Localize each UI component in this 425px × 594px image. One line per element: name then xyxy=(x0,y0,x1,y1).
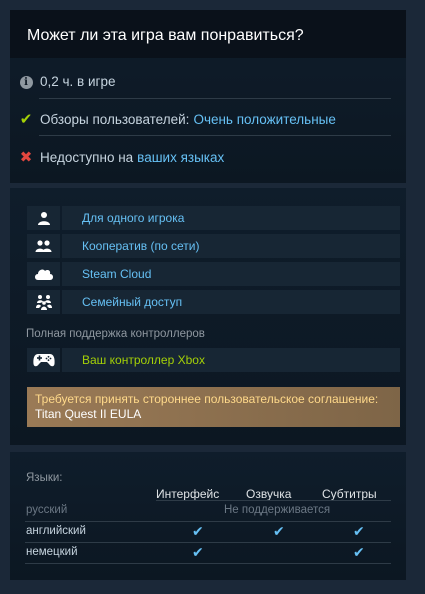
reviews-link[interactable]: Очень положительные xyxy=(193,112,335,127)
feature-family-sharing[interactable]: Семейный доступ xyxy=(27,290,400,314)
header-interface: Интерфейс xyxy=(156,487,220,501)
feature-coop[interactable]: Кооператив (по сети) xyxy=(27,234,400,258)
unsupported-text: Не поддерживается xyxy=(224,504,331,516)
playtime-row: i 0,2 ч. в игре xyxy=(18,73,115,89)
check-icon: ✔ xyxy=(353,544,365,560)
divider xyxy=(39,135,391,136)
language-row: ✖ Недоступно на ваших языках xyxy=(18,148,225,166)
cross-icon: ✖ xyxy=(19,149,33,166)
header-subtitles: Субтитры xyxy=(322,487,377,501)
coop-icon xyxy=(27,234,60,258)
feature-steam-cloud[interactable]: Steam Cloud xyxy=(27,262,400,286)
languages-panel: Языки: Интерфейс Озвучка Субтитры русски… xyxy=(10,452,406,580)
cloud-icon xyxy=(27,262,60,286)
family-icon xyxy=(27,290,60,314)
checkmark-icon: ✔ xyxy=(19,111,33,128)
check-icon: ✔ xyxy=(273,523,285,539)
check-icon: ✔ xyxy=(353,523,365,539)
compat-panel: Может ли эта игра вам понравиться? i 0,2… xyxy=(10,10,406,183)
reviews-label: Обзоры пользователей: xyxy=(40,111,190,127)
gamepad-icon xyxy=(27,348,60,372)
divider xyxy=(39,98,391,99)
eula-name: Titan Quest II EULA xyxy=(35,407,142,421)
feature-xbox-controller[interactable]: Ваш контроллер Xbox xyxy=(27,348,400,372)
language-link[interactable]: ваших языках xyxy=(137,150,224,165)
language-row-english: английский ✔ ✔ ✔ xyxy=(25,522,391,543)
reviews-row: ✔ Обзоры пользователей: Очень положитель… xyxy=(18,110,336,128)
single-player-icon xyxy=(27,206,60,230)
check-icon: ✔ xyxy=(192,523,204,539)
features-panel: Для одного игрока Кооператив (по сети) S… xyxy=(10,188,406,445)
language-name: немецкий xyxy=(26,546,78,558)
header-voice: Озвучка xyxy=(246,487,292,501)
feature-label: Для одного игрока xyxy=(62,206,400,230)
playtime-text: 0,2 ч. в игре xyxy=(40,73,116,89)
language-name: русский xyxy=(26,504,68,516)
compat-title: Может ли эта игра вам понравиться? xyxy=(27,27,304,44)
language-label: Недоступно на xyxy=(40,149,134,165)
eula-warning-text: Требуется принять стороннее пользователь… xyxy=(35,392,379,406)
feature-label: Ваш контроллер Xbox xyxy=(62,348,400,372)
language-row-german: немецкий ✔ ✔ xyxy=(25,543,391,564)
feature-label: Кооператив (по сети) xyxy=(62,234,400,258)
controller-support-title: Полная поддержка контроллеров xyxy=(26,328,205,340)
language-row-russian: русский Не поддерживается xyxy=(25,501,391,522)
feature-label: Steam Cloud xyxy=(62,262,400,286)
feature-label: Семейный доступ xyxy=(62,290,400,314)
info-icon: i xyxy=(18,73,34,89)
check-icon: ✔ xyxy=(192,544,204,560)
language-name: английский xyxy=(26,525,86,537)
compat-header: Может ли эта игра вам понравиться? xyxy=(10,10,406,58)
feature-single-player[interactable]: Для одного игрока xyxy=(27,206,400,230)
eula-notice[interactable]: Требуется принять стороннее пользователь… xyxy=(27,387,400,427)
languages-title: Языки: xyxy=(26,472,63,484)
